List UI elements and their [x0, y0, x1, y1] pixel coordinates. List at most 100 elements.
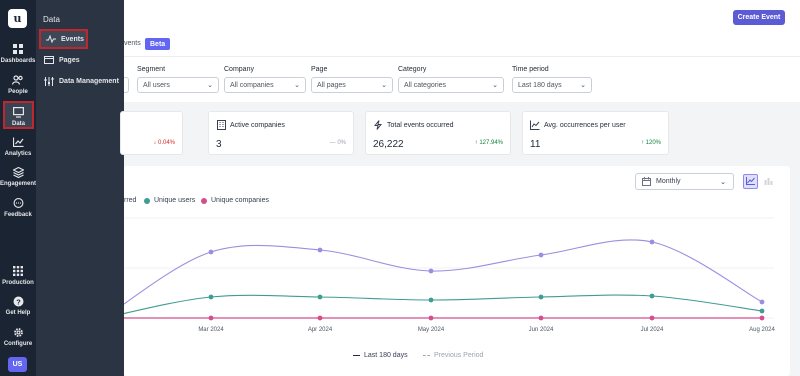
beta-badge: Beta	[145, 38, 171, 50]
filter-category: Category All categories ⌄	[398, 66, 504, 93]
kpi-value: 3	[216, 139, 222, 150]
company-select[interactable]: All companies ⌄	[224, 77, 306, 93]
chevron-down-icon: ⌄	[580, 82, 586, 89]
filter-label: Category	[398, 66, 427, 73]
chevron-down-icon: ⌄	[381, 82, 387, 89]
rail-item-get-help[interactable]: ? Get Help	[0, 295, 36, 316]
rail-label: People	[8, 89, 28, 95]
chat-icon	[12, 197, 24, 209]
kpi-value: 26,222	[373, 139, 404, 150]
chart-icon	[530, 120, 540, 130]
data-point[interactable]	[649, 239, 655, 245]
select-value: All users	[143, 81, 170, 89]
kpi-title-text: Total events occurred	[387, 121, 454, 129]
data-point[interactable]	[538, 252, 544, 258]
kpi-delta: — 0%	[329, 140, 346, 146]
kpi-delta: ↑ 120%	[640, 140, 661, 146]
chevron-down-icon: ⌄	[294, 82, 300, 89]
delta-value: 120%	[645, 140, 661, 146]
filter-label: Company	[224, 66, 254, 73]
rail-label: Engagement	[0, 181, 37, 187]
pulse-icon	[46, 34, 56, 44]
legend-last-period[interactable]: Last 180 days	[353, 352, 408, 359]
kpi-title: Active companies	[216, 120, 285, 130]
kpi-delta: ↑ 127.94%	[474, 140, 503, 146]
kpi-card-active-companies: Active companies 3 — 0%	[208, 111, 354, 155]
sliders-icon	[44, 76, 54, 86]
people-icon	[12, 74, 24, 86]
lightning-icon	[373, 120, 383, 130]
kpi-value: 11	[530, 139, 541, 150]
data-point[interactable]	[649, 315, 655, 321]
rail-item-production[interactable]: Production	[0, 265, 36, 286]
flyout-item-events[interactable]: Events	[39, 29, 88, 49]
rail-item-feedback[interactable]: Feedback	[0, 197, 36, 218]
rail-label: Analytics	[4, 151, 32, 157]
rail-label: Dashboards	[0, 58, 36, 64]
layers-icon	[12, 166, 24, 178]
rail-item-engagement[interactable]: Engagement	[0, 166, 36, 187]
app-logo[interactable]: u	[8, 9, 27, 28]
rail-item-dashboards[interactable]: Dashboards	[0, 43, 36, 64]
flyout-label: Pages	[59, 56, 80, 64]
delta-value: 127.94%	[479, 140, 503, 146]
delta-value: 0%	[337, 140, 346, 146]
data-point[interactable]	[208, 315, 214, 321]
main-content: Create Event vents Beta Segment All user…	[120, 0, 800, 376]
rail-item-analytics[interactable]: Analytics	[0, 136, 36, 157]
data-point[interactable]	[317, 247, 323, 253]
category-select[interactable]: All categories ⌄	[398, 77, 504, 93]
data-point[interactable]	[759, 315, 765, 321]
data-point[interactable]	[538, 294, 544, 300]
x-tick-label: Aug 2024	[749, 327, 775, 333]
data-point[interactable]	[649, 293, 655, 299]
time-period-select[interactable]: Last 180 days ⌄	[512, 77, 592, 93]
create-event-button[interactable]: Create Event	[733, 10, 785, 25]
rail-item-data[interactable]: Data	[3, 101, 34, 129]
filter-time-period: Time period Last 180 days ⌄	[512, 66, 592, 93]
building-icon	[216, 120, 226, 130]
flyout-label: Events	[61, 35, 84, 43]
help-icon: ?	[12, 295, 24, 307]
rail-item-configure[interactable]: Configure	[0, 326, 36, 347]
rail-label: Production	[2, 280, 34, 286]
data-point[interactable]	[538, 315, 544, 321]
rail-label: Data	[11, 121, 25, 127]
kpi-card-truncated: ↓ 0.04%	[120, 111, 183, 155]
kpi-title-text: Active companies	[230, 121, 285, 129]
user-avatar[interactable]: US	[8, 357, 27, 372]
filter-label: Page	[311, 66, 328, 73]
data-point[interactable]	[317, 294, 323, 300]
segment-select[interactable]: All users ⌄	[137, 77, 219, 93]
kpi-delta: ↓ 0.04%	[153, 140, 175, 146]
data-point[interactable]	[317, 315, 323, 321]
rail-item-people[interactable]: People	[0, 74, 36, 95]
dashed-line-swatch	[423, 355, 430, 356]
x-tick-label: Jul 2024	[641, 327, 664, 333]
data-point[interactable]	[759, 308, 765, 314]
rail-label: Feedback	[4, 212, 32, 218]
truncated-filter-select[interactable]	[124, 77, 129, 93]
kpi-card-avg-occurrences: Avg. occurrences per user 11 ↑ 120%	[522, 111, 669, 155]
filter-bar: Segment All users ⌄ Company All companies…	[124, 56, 800, 102]
data-point[interactable]	[428, 315, 434, 321]
x-tick-label: Jun 2024	[529, 327, 554, 333]
data-point[interactable]	[428, 297, 434, 303]
data-point[interactable]	[208, 294, 214, 300]
page-select[interactable]: All pages ⌄	[311, 77, 393, 93]
legend-previous-period[interactable]: Previous Period	[423, 352, 483, 359]
select-value: All companies	[230, 81, 274, 89]
delta-value: 0.04%	[157, 140, 175, 146]
flyout-item-data-management[interactable]: Data Management	[39, 71, 123, 91]
kpi-title: Total events occurred	[373, 120, 454, 130]
filter-label: Time period	[512, 66, 549, 73]
kpi-card-total-events: Total events occurred 26,222 ↑ 127.94%	[365, 111, 511, 155]
flyout-item-pages[interactable]: Pages	[39, 50, 123, 70]
data-point[interactable]	[759, 299, 765, 305]
data-point[interactable]	[208, 249, 214, 255]
legend-label: Previous Period	[434, 352, 484, 359]
tab-events-label[interactable]: vents	[124, 40, 141, 47]
data-point[interactable]	[428, 268, 434, 274]
icon-rail: u Dashboards People Data Analytics Engag…	[0, 0, 36, 376]
analytics-icon	[12, 136, 24, 148]
